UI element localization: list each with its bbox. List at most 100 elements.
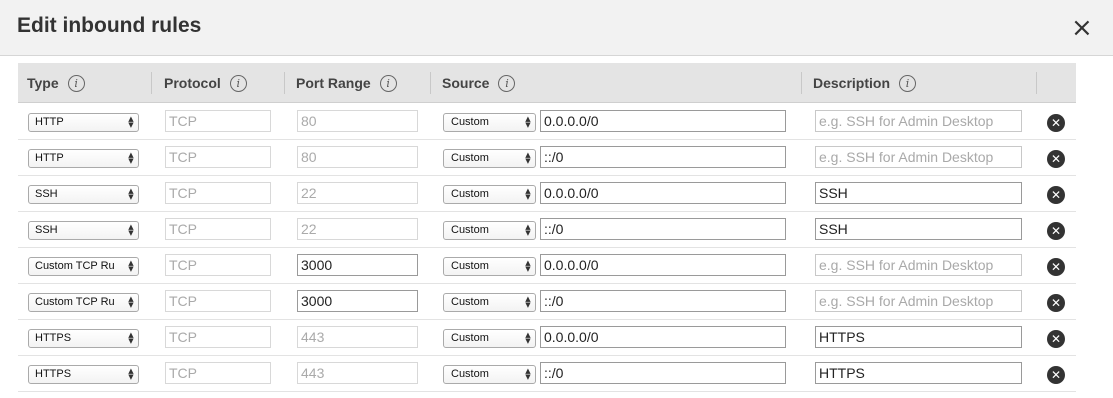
- protocol-field: TCP: [165, 326, 271, 348]
- source-cidr-input[interactable]: 0.0.0.0/0: [540, 182, 786, 204]
- remove-rule-icon[interactable]: ✕: [1047, 222, 1065, 240]
- protocol-field: TCP: [165, 290, 271, 312]
- rule-row: HTTPS ▲ ▼ TCP 443 Custom ▲ ▼ 0.0.0.0/0 HTTPS ✕: [18, 320, 1076, 356]
- protocol-field: TCP: [165, 146, 271, 168]
- source-cidr-input[interactable]: 0.0.0.0/0: [540, 254, 786, 276]
- column-header-source: Source i: [442, 63, 516, 103]
- type-select-value: HTTP: [35, 116, 64, 128]
- source-type-select[interactable]: Custom ▲ ▼: [443, 329, 536, 348]
- port-range-field: 80: [297, 146, 418, 168]
- source-cidr-input[interactable]: ::/0: [540, 362, 786, 384]
- column-divider: [1036, 72, 1037, 94]
- rules-table-header: Type i Protocol i Port Range i Source i …: [18, 63, 1076, 103]
- remove-rule-icon[interactable]: ✕: [1047, 294, 1065, 312]
- chevron-updown-icon: ▲ ▼: [525, 259, 531, 273]
- source-type-select-value: Custom: [451, 224, 489, 236]
- info-icon[interactable]: i: [67, 74, 85, 92]
- description-input[interactable]: HTTPS: [815, 326, 1022, 348]
- source-type-select[interactable]: Custom ▲ ▼: [443, 293, 536, 312]
- column-label-type: Type: [27, 75, 59, 91]
- close-icon[interactable]: ×: [1071, 15, 1093, 41]
- source-type-select[interactable]: Custom ▲ ▼: [443, 113, 536, 132]
- description-input[interactable]: SSH: [815, 182, 1022, 204]
- protocol-field: TCP: [165, 362, 271, 384]
- type-select[interactable]: Custom TCP Ru ▲ ▼: [28, 293, 139, 312]
- source-type-select[interactable]: Custom ▲ ▼: [443, 365, 536, 384]
- remove-rule-icon[interactable]: ✕: [1047, 114, 1065, 132]
- chevron-updown-icon: ▲ ▼: [525, 367, 531, 381]
- protocol-field: TCP: [165, 254, 271, 276]
- type-select[interactable]: HTTP ▲ ▼: [28, 149, 139, 168]
- description-input[interactable]: SSH: [815, 218, 1022, 240]
- chevron-updown-icon: ▲ ▼: [525, 115, 531, 129]
- source-type-select[interactable]: Custom ▲ ▼: [443, 221, 536, 240]
- remove-rule-icon[interactable]: ✕: [1047, 150, 1065, 168]
- port-range-field: 443: [297, 326, 418, 348]
- source-type-select-value: Custom: [451, 188, 489, 200]
- port-range-field: 22: [297, 218, 418, 240]
- source-cidr-input[interactable]: ::/0: [540, 146, 786, 168]
- info-icon[interactable]: i: [229, 74, 247, 92]
- protocol-field: TCP: [165, 110, 271, 132]
- type-select-value: Custom TCP Ru: [35, 260, 115, 272]
- column-header-type: Type i: [27, 63, 85, 103]
- remove-rule-icon[interactable]: ✕: [1047, 258, 1065, 276]
- type-select[interactable]: HTTP ▲ ▼: [28, 113, 139, 132]
- rule-row: HTTP ▲ ▼ TCP 80 Custom ▲ ▼ 0.0.0.0/0 e.g. SSH for…: [18, 104, 1076, 140]
- info-icon[interactable]: i: [899, 74, 917, 92]
- info-icon[interactable]: i: [379, 74, 397, 92]
- remove-rule-icon[interactable]: ✕: [1047, 330, 1065, 348]
- source-type-select[interactable]: Custom ▲ ▼: [443, 185, 536, 204]
- source-type-select-value: Custom: [451, 116, 489, 128]
- chevron-updown-icon: ▲ ▼: [525, 295, 531, 309]
- type-select[interactable]: HTTPS ▲ ▼: [28, 329, 139, 348]
- chevron-updown-icon: ▲ ▼: [525, 331, 531, 345]
- protocol-field: TCP: [165, 182, 271, 204]
- source-cidr-input[interactable]: 0.0.0.0/0: [540, 110, 786, 132]
- type-select[interactable]: HTTPS ▲ ▼: [28, 365, 139, 384]
- chevron-updown-icon: ▲ ▼: [525, 187, 531, 201]
- type-select[interactable]: SSH ▲ ▼: [28, 221, 139, 240]
- source-cidr-input[interactable]: 0.0.0.0/0: [540, 326, 786, 348]
- type-select-value: HTTPS: [35, 332, 72, 344]
- description-input[interactable]: e.g. SSH for Admin Desktop: [815, 290, 1022, 312]
- port-range-field[interactable]: 3000: [297, 290, 418, 312]
- source-cidr-input[interactable]: ::/0: [540, 218, 786, 240]
- column-divider: [284, 72, 285, 94]
- type-select-value: SSH: [35, 224, 58, 236]
- column-divider: [151, 72, 152, 94]
- rule-row: Custom TCP Ru ▲ ▼ TCP 3000 Custom ▲ ▼::/0 e.g. S…: [18, 284, 1076, 320]
- description-input[interactable]: HTTPS: [815, 362, 1022, 384]
- source-type-select[interactable]: Custom ▲ ▼: [443, 149, 536, 168]
- source-type-select-value: Custom: [451, 296, 489, 308]
- column-label-protocol: Protocol: [164, 75, 221, 91]
- description-input[interactable]: e.g. SSH for Admin Desktop: [815, 110, 1022, 132]
- column-label-port-range: Port Range: [296, 75, 371, 91]
- description-input[interactable]: e.g. SSH for Admin Desktop: [815, 254, 1022, 276]
- description-input[interactable]: e.g. SSH for Admin Desktop: [815, 146, 1022, 168]
- source-type-select[interactable]: Custom ▲ ▼: [443, 257, 536, 276]
- remove-rule-icon[interactable]: ✕: [1047, 186, 1065, 204]
- modal-title: Edit inbound rules: [17, 14, 202, 37]
- remove-rule-icon[interactable]: ✕: [1047, 366, 1065, 384]
- port-range-field: 22: [297, 182, 418, 204]
- source-cidr-input[interactable]: ::/0: [540, 290, 786, 312]
- chevron-updown-icon: ▲ ▼: [128, 151, 134, 165]
- chevron-updown-icon: ▲ ▼: [525, 151, 531, 165]
- rule-row: SSH ▲ ▼ TCP 22 Custom ▲ ▼::/0 SSH ✕: [18, 212, 1076, 248]
- chevron-updown-icon: ▲ ▼: [128, 223, 134, 237]
- source-type-select-value: Custom: [451, 368, 489, 380]
- rule-row: Custom TCP Ru ▲ ▼ TCP 3000 Custom ▲ ▼ 0.0.0.0/0 e…: [18, 248, 1076, 284]
- port-range-field: 80: [297, 110, 418, 132]
- type-select[interactable]: Custom TCP Ru ▲ ▼: [28, 257, 139, 276]
- type-select-value: Custom TCP Ru: [35, 296, 115, 308]
- info-icon[interactable]: i: [498, 74, 516, 92]
- column-label-source: Source: [442, 75, 490, 91]
- port-range-field[interactable]: 3000: [297, 254, 418, 276]
- rule-row: SSH ▲ ▼ TCP 22 Custom ▲ ▼ 0.0.0.0/0 SSH ✕: [18, 176, 1076, 212]
- chevron-updown-icon: ▲ ▼: [128, 331, 134, 345]
- type-select-value: HTTPS: [35, 368, 72, 380]
- column-header-description: Description i: [813, 63, 917, 103]
- column-divider: [430, 72, 431, 94]
- type-select[interactable]: SSH ▲ ▼: [28, 185, 139, 204]
